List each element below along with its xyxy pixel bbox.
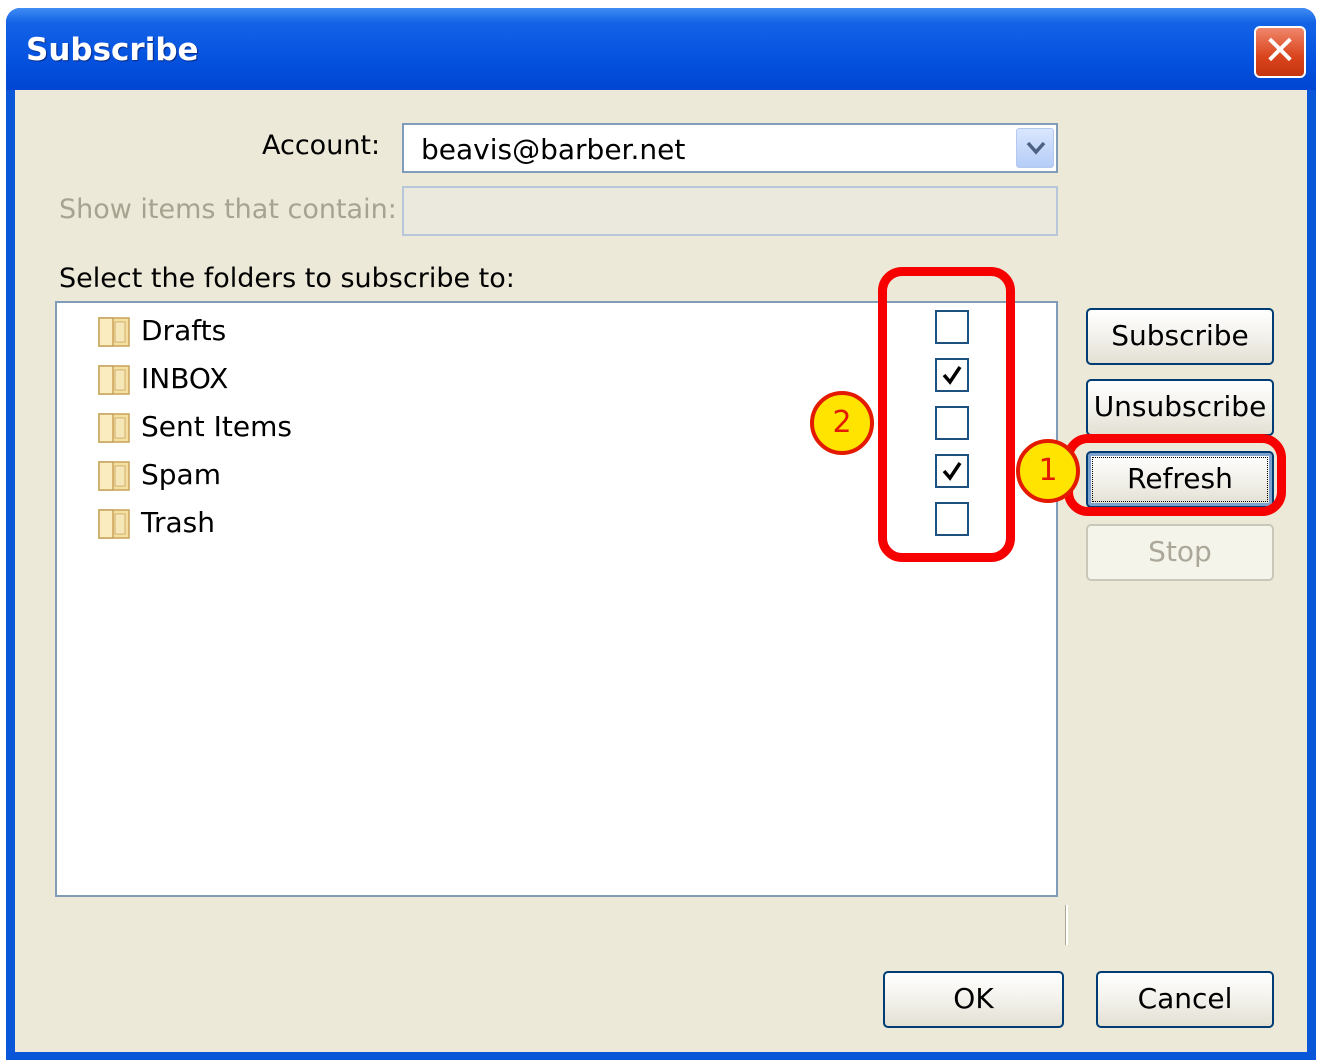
- folder-row[interactable]: Spam: [97, 454, 987, 494]
- ok-button-label: OK: [953, 982, 994, 1015]
- filter-input[interactable]: [402, 186, 1058, 236]
- cancel-button[interactable]: Cancel: [1096, 971, 1274, 1028]
- folder-name: Sent Items: [141, 410, 292, 443]
- step-badge-2: 2: [810, 391, 874, 455]
- separator: [1065, 905, 1068, 945]
- cancel-button-label: Cancel: [1137, 982, 1233, 1015]
- account-dropdown[interactable]: beavis@barber.net: [402, 123, 1058, 173]
- folder-row[interactable]: INBOX: [97, 358, 987, 398]
- folder-row[interactable]: Drafts: [97, 310, 987, 350]
- folder-icon: [97, 506, 131, 544]
- filter-label: Show items that contain:: [59, 194, 397, 225]
- folder-list-label: Select the folders to subscribe to:: [59, 263, 515, 294]
- folder-icon: [97, 458, 131, 496]
- ok-button[interactable]: OK: [883, 971, 1064, 1028]
- subscribe-button-label: Subscribe: [1111, 319, 1249, 352]
- stop-button[interactable]: Stop: [1086, 524, 1274, 581]
- folder-name: INBOX: [141, 362, 229, 395]
- unsubscribe-button-label: Unsubscribe: [1093, 390, 1267, 423]
- chevron-down-icon: [1026, 141, 1046, 155]
- step-badge-1-label: 1: [1038, 453, 1058, 488]
- subscribe-button[interactable]: Subscribe: [1086, 308, 1274, 365]
- unsubscribe-button[interactable]: Unsubscribe: [1086, 379, 1274, 436]
- folder-name: Spam: [141, 458, 221, 491]
- subscribe-dialog: Subscribe ✕ Account: beavis@barber.net S…: [6, 8, 1316, 1060]
- account-value: beavis@barber.net: [421, 133, 686, 166]
- folder-name: Drafts: [141, 314, 227, 347]
- window-title: Subscribe: [26, 32, 199, 68]
- folder-icon: [97, 362, 131, 400]
- step-badge-1: 1: [1016, 439, 1080, 503]
- close-icon: ✕: [1263, 28, 1297, 74]
- stop-button-label: Stop: [1148, 535, 1212, 568]
- checkbox-highlight: [878, 267, 1015, 562]
- refresh-highlight: [1064, 434, 1286, 516]
- folder-icon: [97, 410, 131, 448]
- close-button[interactable]: ✕: [1254, 26, 1306, 78]
- account-label: Account:: [262, 130, 381, 161]
- step-badge-2-label: 2: [832, 405, 852, 440]
- title-bar[interactable]: Subscribe ✕: [6, 8, 1316, 90]
- folder-icon: [97, 314, 131, 352]
- folder-row[interactable]: Trash: [97, 502, 987, 542]
- folder-name: Trash: [141, 506, 215, 539]
- dialog-body: Account: beavis@barber.net Show items th…: [15, 90, 1307, 1052]
- dropdown-button[interactable]: [1016, 128, 1054, 168]
